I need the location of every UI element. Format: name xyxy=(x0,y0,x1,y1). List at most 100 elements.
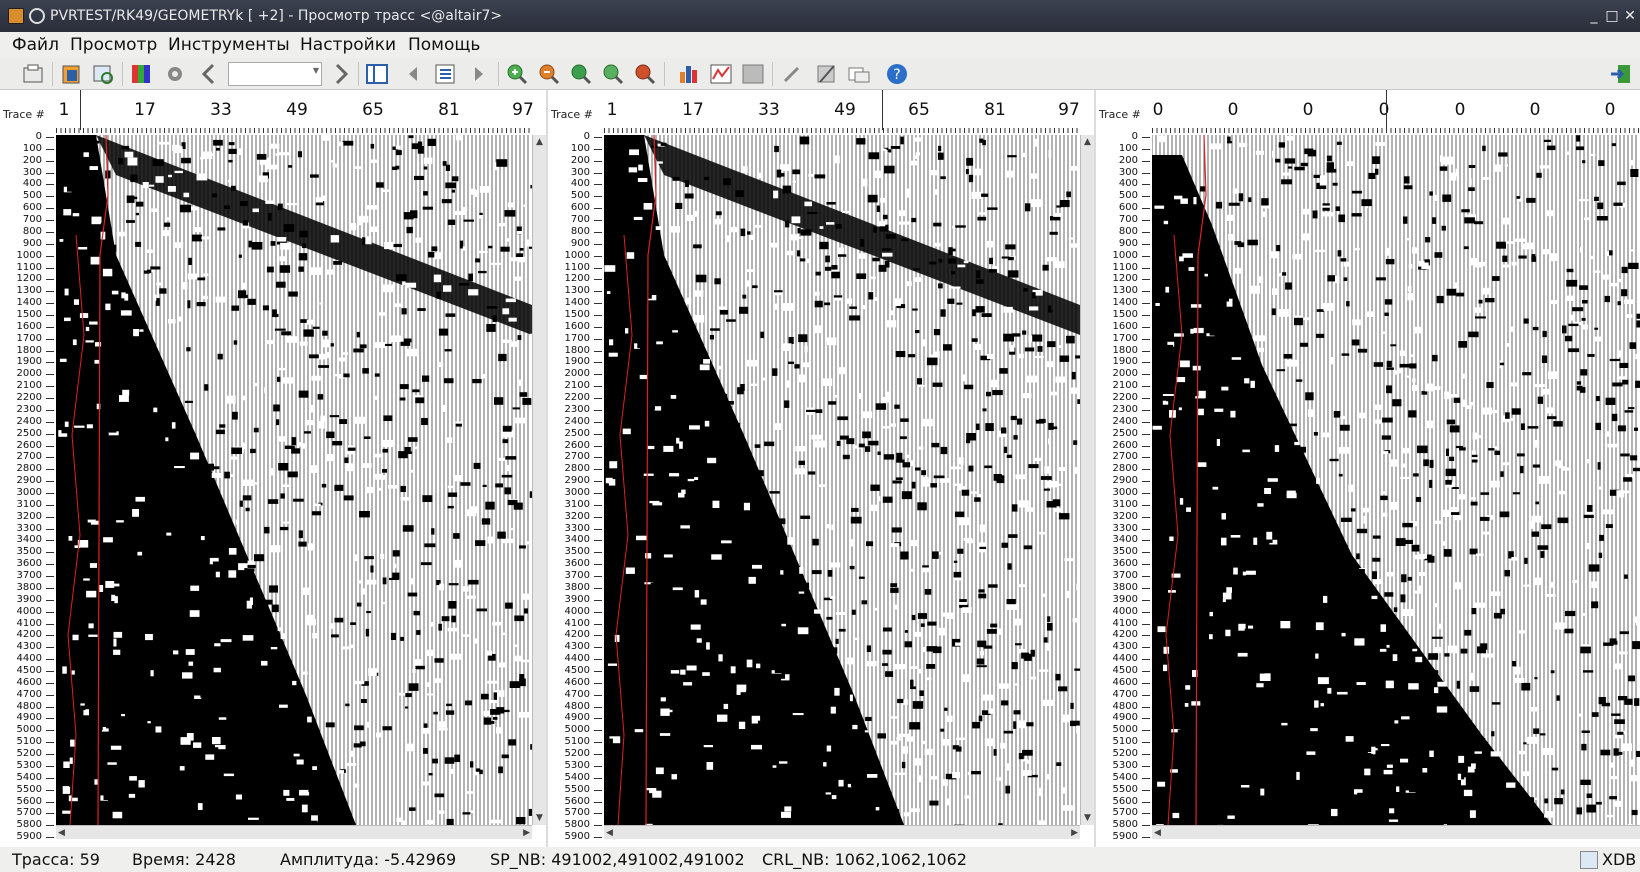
time-tick-label: 1100 xyxy=(564,261,590,273)
scroll-down-icon: ▼ xyxy=(1084,813,1091,823)
time-tick-label: 5500 xyxy=(1112,783,1138,795)
next-ensemble-icon[interactable] xyxy=(466,62,492,86)
time-tick-label: 2500 xyxy=(16,427,42,439)
vertical-scrollbar[interactable]: ▲ ▼ xyxy=(1080,135,1094,825)
chevron-down-icon: ▼ xyxy=(312,66,319,75)
time-tick-label: 2900 xyxy=(16,475,42,487)
time-tick-label: 500 xyxy=(1118,190,1138,202)
seismic-section[interactable] xyxy=(56,135,532,825)
time-tick-label: 1400 xyxy=(16,297,42,309)
time-tick-label: 4000 xyxy=(564,605,590,617)
overlay-icon[interactable] xyxy=(846,62,872,86)
menu-settings[interactable]: Настройки xyxy=(300,32,396,58)
properties-icon[interactable] xyxy=(58,62,84,86)
time-tick-label: 4100 xyxy=(1112,617,1138,629)
horizontal-scrollbar[interactable]: ◀ xyxy=(1152,825,1640,839)
prev-icon[interactable] xyxy=(196,62,222,86)
time-tick-label: 800 xyxy=(570,225,590,237)
time-tick-label: 1100 xyxy=(16,261,42,273)
time-tick-label: 600 xyxy=(570,202,590,214)
time-tick-label: 1800 xyxy=(564,344,590,356)
time-tick-label: 3500 xyxy=(1112,546,1138,558)
zoom-area-icon[interactable] xyxy=(600,62,626,86)
time-tick-label: 3400 xyxy=(1112,534,1138,546)
time-tick-label: 4000 xyxy=(16,605,42,617)
help-icon[interactable]: ? xyxy=(884,62,910,86)
time-tick-label: 3000 xyxy=(16,487,42,498)
window-menu-icon[interactable] xyxy=(29,8,45,24)
time-tick-label: 5600 xyxy=(564,795,590,807)
edit-icon[interactable] xyxy=(814,62,840,86)
palette-icon[interactable] xyxy=(128,62,154,86)
scroll-down-icon: ▼ xyxy=(536,813,543,823)
time-tick-label: 300 xyxy=(570,166,590,178)
zoom-reset-icon[interactable] xyxy=(632,62,658,86)
time-tick-label: 2700 xyxy=(564,451,590,463)
tiles-icon[interactable] xyxy=(740,62,766,86)
app-icon[interactable] xyxy=(8,8,24,24)
time-tick-label: 4800 xyxy=(16,700,42,712)
time-tick-label: 1500 xyxy=(1112,309,1138,320)
zoom-in-icon[interactable] xyxy=(504,62,530,86)
trace-axis-label: Trace # xyxy=(551,108,593,121)
time-tick-label: 5000 xyxy=(1112,724,1138,736)
seismic-section[interactable] xyxy=(1152,135,1640,825)
menu-file[interactable]: Файл xyxy=(12,32,59,58)
menu-tools[interactable]: Инструменты xyxy=(168,32,290,58)
exit-icon[interactable] xyxy=(1608,62,1634,86)
zoom-fit-icon[interactable] xyxy=(568,62,594,86)
time-tick-label: 3200 xyxy=(1112,510,1138,522)
time-tick-label: 4600 xyxy=(1112,676,1138,688)
time-tick-label: 1200 xyxy=(564,273,590,285)
trace-panel-2[interactable]: Trace # 1 17 33 49 65 81 97 0 100 200 300 40… xyxy=(548,90,1094,847)
scroll-up-icon: ▲ xyxy=(536,137,543,147)
time-tick-label: 5400 xyxy=(1112,771,1138,783)
next-icon[interactable] xyxy=(328,62,354,86)
close-button[interactable]: ✕ xyxy=(1620,6,1640,26)
time-tick-label: 3700 xyxy=(564,570,590,582)
minimize-button[interactable]: _ xyxy=(1584,6,1604,26)
seismic-section[interactable] xyxy=(604,135,1080,825)
horizontal-scrollbar[interactable]: ◀ ▶ xyxy=(604,825,1080,839)
time-tick-label: 700 xyxy=(22,214,42,226)
time-tick-label: 4600 xyxy=(564,676,590,688)
menu-help[interactable]: Помощь xyxy=(408,32,480,58)
vertical-scrollbar[interactable]: ▲ ▼ xyxy=(532,135,546,825)
time-tick-label: 1500 xyxy=(564,309,590,320)
time-tick-label: 5000 xyxy=(16,724,42,736)
time-tick-label: 2800 xyxy=(16,463,42,475)
time-tick-label: 3900 xyxy=(1112,593,1138,605)
trace-axis-label: Trace # xyxy=(3,108,45,121)
time-tick-label: 2300 xyxy=(1112,403,1138,415)
time-tick-label: 3300 xyxy=(1112,522,1138,534)
settings-gear-icon[interactable] xyxy=(162,62,188,86)
prev-ensemble-icon[interactable] xyxy=(400,62,426,86)
time-tick-label: 3700 xyxy=(1112,570,1138,582)
time-tick-label: 5600 xyxy=(1112,795,1138,807)
menu-view[interactable]: Просмотр xyxy=(70,32,157,58)
time-tick-label: 4200 xyxy=(1112,629,1138,641)
time-tick-label: 4800 xyxy=(1112,700,1138,712)
time-tick-label: 0 xyxy=(583,131,590,142)
zoom-out-icon[interactable] xyxy=(536,62,562,86)
maximize-button[interactable]: □ xyxy=(1602,6,1622,26)
ensemble-combo[interactable]: ▼ xyxy=(228,62,322,86)
trace-panel-3[interactable]: Trace # 0 0 0 0 0 0 0 0 100 200 300 400 500 60… xyxy=(1096,90,1640,847)
spectrum-icon[interactable] xyxy=(708,62,734,86)
pick-icon[interactable] xyxy=(780,62,806,86)
open-folder-icon[interactable] xyxy=(20,62,46,86)
trace-panel-1[interactable]: Trace # 1 17 33 49 65 81 97 0 100 200 300 40… xyxy=(0,90,546,847)
time-axis: 0 100 200 300 400 500 600 700 800 900 1000 1100 1200… xyxy=(0,132,56,845)
time-tick-label: 5100 xyxy=(16,736,42,748)
refresh-icon[interactable] xyxy=(90,62,116,86)
time-tick-label: 5000 xyxy=(564,724,590,736)
time-tick-label: 1200 xyxy=(16,273,42,285)
histogram-icon[interactable] xyxy=(676,62,702,86)
time-tick-label: 400 xyxy=(1118,178,1138,190)
time-tick-label: 5100 xyxy=(1112,736,1138,748)
list-icon[interactable] xyxy=(432,62,458,86)
scroll-right-icon: ▶ xyxy=(523,828,530,838)
time-tick-label: 200 xyxy=(1118,154,1138,166)
horizontal-scrollbar[interactable]: ◀ ▶ xyxy=(56,825,532,839)
split-view-icon[interactable] xyxy=(364,62,390,86)
